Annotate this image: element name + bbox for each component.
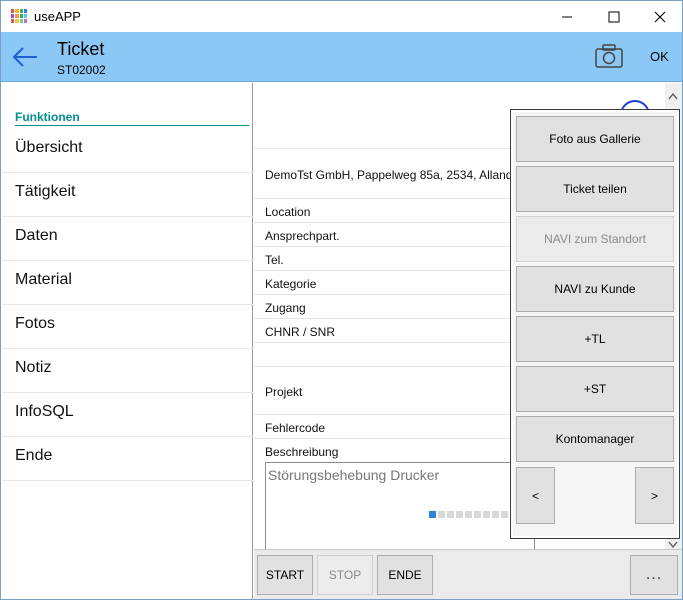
sidebar-item-ende[interactable]: Ende xyxy=(3,437,253,481)
sidebar-item-label: Ende xyxy=(15,447,53,464)
more-button[interactable]: ... xyxy=(630,555,678,595)
camera-icon xyxy=(595,44,623,68)
back-button[interactable] xyxy=(11,45,39,69)
ticket-number: ST02002 xyxy=(57,63,106,77)
close-button[interactable] xyxy=(637,1,682,32)
page-dot xyxy=(474,511,481,518)
sidebar-item-fotos[interactable]: Fotos xyxy=(3,305,253,349)
chevron-down-icon xyxy=(668,541,678,549)
app-icon-tile xyxy=(15,9,19,13)
page-dot xyxy=(501,511,508,518)
add-tl-button[interactable]: +TL xyxy=(516,316,674,362)
window-title: useAPP xyxy=(34,9,81,24)
sidebar-item-label: InfoSQL xyxy=(15,403,74,420)
sidebar-item-daten[interactable]: Daten xyxy=(3,217,253,261)
sidebar-heading: Funktionen xyxy=(15,110,80,124)
page-dot xyxy=(456,511,463,518)
stop-button[interactable]: STOP xyxy=(317,555,373,595)
photo-from-gallery-button[interactable]: Foto aus Gallerie xyxy=(516,116,674,162)
description-field[interactable]: Störungsbehebung Drucker xyxy=(265,462,535,549)
sidebar: Funktionen Übersicht Tätigkeit Daten Mat… xyxy=(3,83,253,599)
app-icon-tile xyxy=(15,14,19,18)
sidebar-item-label: Übersicht xyxy=(15,139,83,156)
error-code-label: Fehlercode xyxy=(265,421,326,435)
customer-address: DemoTst GmbH, Pappelweg 85a, 2534, Allan… xyxy=(265,168,513,182)
app-icon-tile xyxy=(23,9,27,13)
access-label: Zugang xyxy=(265,301,306,315)
app-icon-tile xyxy=(15,19,19,23)
close-icon xyxy=(654,11,666,22)
sidebar-item-label: Tätigkeit xyxy=(15,183,76,200)
page-dot-active xyxy=(429,511,436,518)
chevron-up-icon xyxy=(668,92,678,100)
app-window: useAPP Ticket ST02002 OK Funktionen Über… xyxy=(0,0,683,600)
contact-label: Ansprechpart. xyxy=(265,229,340,243)
page-indicator xyxy=(429,511,508,518)
sidebar-item-taetigkeit[interactable]: Tätigkeit xyxy=(3,173,253,217)
serial-label: CHNR / SNR xyxy=(265,325,336,339)
app-icon-tile xyxy=(11,19,15,23)
minimize-icon xyxy=(562,16,572,17)
app-icon-tile xyxy=(11,14,15,18)
page-dot xyxy=(438,511,445,518)
maximize-icon xyxy=(608,11,620,22)
location-label: Location xyxy=(265,205,311,219)
description-label: Beschreibung xyxy=(265,445,339,459)
category-label: Kategorie xyxy=(265,277,317,291)
camera-button[interactable] xyxy=(594,43,624,69)
popup-next-button[interactable]: > xyxy=(635,467,674,524)
sidebar-item-label: Material xyxy=(15,271,72,288)
back-arrow-icon xyxy=(12,47,37,67)
page-dot xyxy=(447,511,454,518)
app-icon xyxy=(11,9,27,23)
ok-button[interactable]: OK xyxy=(650,49,669,64)
description-text: Störungsbehebung Drucker xyxy=(268,467,440,483)
page-dot xyxy=(483,511,490,518)
sidebar-item-material[interactable]: Material xyxy=(3,261,253,305)
sidebar-item-notiz[interactable]: Notiz xyxy=(3,349,253,393)
popup-prev-button[interactable]: < xyxy=(516,467,555,524)
navi-to-customer-button[interactable]: NAVI zu Kunde xyxy=(516,266,674,312)
app-icon-tile xyxy=(23,19,27,23)
sidebar-item-label: Daten xyxy=(15,227,58,244)
actions-popup-menu: Foto aus Gallerie Ticket teilen NAVI zum… xyxy=(510,109,680,539)
navi-to-location-button[interactable]: NAVI zum Standort xyxy=(516,216,674,262)
app-icon-tile xyxy=(19,19,23,23)
app-icon-tile xyxy=(11,9,15,13)
phone-label: Tel. xyxy=(265,253,284,267)
app-icon-tile xyxy=(23,14,27,18)
end-button[interactable]: ENDE xyxy=(377,555,433,595)
action-toolbar: START STOP ENDE ... xyxy=(254,549,682,599)
ticket-header: Ticket ST02002 OK xyxy=(1,32,682,82)
share-ticket-button[interactable]: Ticket teilen xyxy=(516,166,674,212)
title-bar: useAPP xyxy=(1,1,682,32)
add-st-button[interactable]: +ST xyxy=(516,366,674,412)
page-dot xyxy=(465,511,472,518)
start-button[interactable]: START xyxy=(257,555,313,595)
minimize-button[interactable] xyxy=(544,1,590,32)
sidebar-item-infosql[interactable]: InfoSQL xyxy=(3,393,253,437)
sidebar-heading-divider xyxy=(15,125,249,126)
app-icon-tile xyxy=(19,14,23,18)
project-label: Projekt xyxy=(265,385,303,399)
page-title: Ticket xyxy=(57,39,105,59)
account-manager-button[interactable]: Kontomanager xyxy=(516,416,674,462)
sidebar-item-label: Notiz xyxy=(15,359,52,376)
scroll-up-button[interactable] xyxy=(668,87,678,105)
page-dot xyxy=(492,511,499,518)
sidebar-item-label: Fotos xyxy=(15,315,56,332)
app-icon-tile xyxy=(19,9,23,13)
sidebar-item-uebersicht[interactable]: Übersicht xyxy=(3,129,253,173)
maximize-button[interactable] xyxy=(591,1,637,32)
